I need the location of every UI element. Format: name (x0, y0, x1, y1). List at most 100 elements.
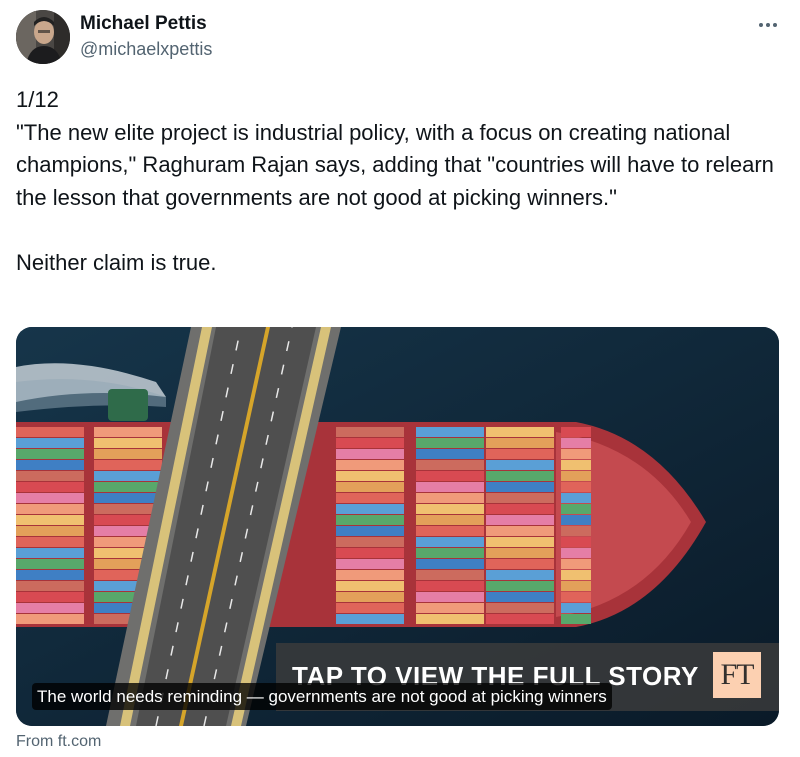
card-title[interactable]: The world needs reminding — governments … (32, 683, 612, 710)
container-block (416, 449, 484, 459)
tweet-text: 1/12 "The new elite project is industria… (16, 84, 776, 279)
container-block (336, 504, 404, 514)
container-block (16, 570, 84, 580)
container-block (416, 614, 484, 624)
author-name[interactable]: Michael Pettis (80, 12, 212, 36)
container-block (486, 603, 554, 613)
container-block (16, 482, 84, 492)
container-block (561, 471, 591, 481)
container-block (561, 592, 591, 602)
container-block (486, 438, 554, 448)
avatar[interactable] (16, 10, 70, 64)
container-block (561, 438, 591, 448)
container-block (561, 603, 591, 613)
link-card[interactable]: TAP TO VIEW THE FULL STORY FT The world … (16, 327, 779, 726)
tweet-paragraph: "The new elite project is industrial pol… (16, 119, 774, 210)
container-block (336, 427, 404, 437)
container-block (561, 427, 591, 437)
container-block (561, 493, 591, 503)
container-block (486, 592, 554, 602)
container-block (486, 537, 554, 547)
container-block (486, 526, 554, 536)
container-block (416, 460, 484, 470)
container-block (486, 559, 554, 569)
more-horizontal-icon (759, 23, 763, 27)
container-block (486, 515, 554, 525)
container-block (561, 548, 591, 558)
container-block (336, 471, 404, 481)
author-handle[interactable]: @michaelxpettis (80, 37, 212, 61)
container-block (561, 449, 591, 459)
container-block (336, 537, 404, 547)
container-block (561, 570, 591, 580)
container-block (416, 537, 484, 547)
container-block (336, 592, 404, 602)
container-block (486, 471, 554, 481)
container-block (416, 438, 484, 448)
card-source-link[interactable]: From ft.com (16, 732, 101, 752)
container-block (561, 559, 591, 569)
container-block (416, 603, 484, 613)
container-block (486, 427, 554, 437)
container-block (336, 526, 404, 536)
container-block (486, 449, 554, 459)
container-block (561, 482, 591, 492)
container-block (486, 493, 554, 503)
container-block (94, 493, 162, 503)
container-block (486, 548, 554, 558)
container-block (16, 526, 84, 536)
container-block (416, 592, 484, 602)
container-block (16, 548, 84, 558)
container-block (16, 427, 84, 437)
container-block (16, 614, 84, 624)
container-block (416, 515, 484, 525)
container-block (416, 581, 484, 591)
container-block (94, 449, 162, 459)
container-block (336, 603, 404, 613)
container-block (336, 438, 404, 448)
container-block (561, 515, 591, 525)
container-block (16, 592, 84, 602)
container-block (336, 581, 404, 591)
container-block (336, 559, 404, 569)
container-block (561, 614, 591, 624)
container-block (94, 460, 162, 470)
container-block (94, 482, 162, 492)
container-block (416, 548, 484, 558)
container-block (486, 460, 554, 470)
more-horizontal-icon-dot (773, 23, 777, 27)
container-block (486, 581, 554, 591)
container-block (336, 570, 404, 580)
container-block (16, 515, 84, 525)
container-block (16, 493, 84, 503)
container-block (16, 581, 84, 591)
container-block (416, 559, 484, 569)
container-block (561, 526, 591, 536)
container-block (416, 493, 484, 503)
container-block (486, 570, 554, 580)
container-block (16, 449, 84, 459)
container-block (16, 460, 84, 470)
tweet-header: Michael Pettis @michaelxpettis (16, 10, 784, 66)
container-block (416, 482, 484, 492)
container-block (94, 471, 162, 481)
ft-logo: FT (713, 652, 761, 698)
container-block (486, 504, 554, 514)
container-block (16, 471, 84, 481)
container-block (336, 515, 404, 525)
container-block (16, 603, 84, 613)
container-block (336, 482, 404, 492)
container-block (336, 460, 404, 470)
more-options-button[interactable] (756, 16, 780, 34)
container-block (416, 526, 484, 536)
tweet-paragraph: Neither claim is true. (16, 249, 217, 275)
container-block (16, 504, 84, 514)
container-block (16, 559, 84, 569)
container-block (94, 438, 162, 448)
container-block (561, 460, 591, 470)
container-block (561, 537, 591, 547)
container-block (416, 570, 484, 580)
container-block (336, 614, 404, 624)
container-block (486, 482, 554, 492)
container-block (416, 427, 484, 437)
